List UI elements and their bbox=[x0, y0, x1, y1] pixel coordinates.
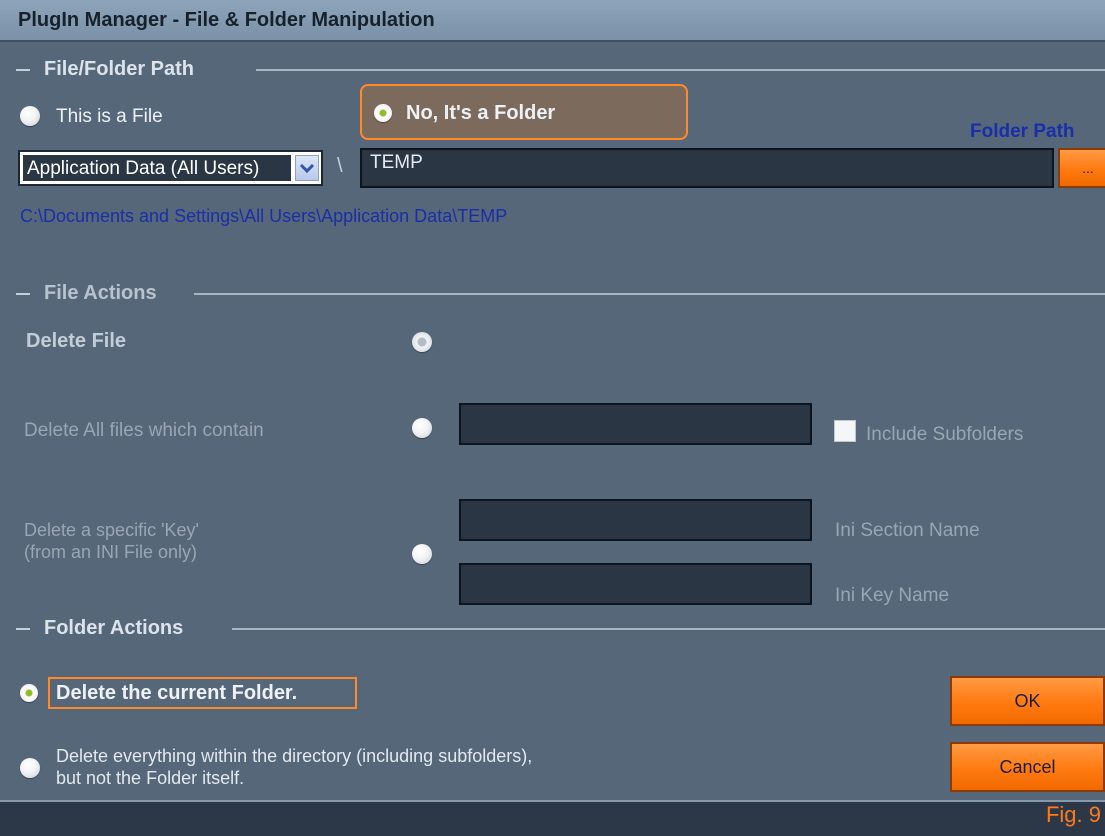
folder-radio-label[interactable]: No, It's a Folder bbox=[406, 102, 555, 125]
resolved-path: C:\Documents and Settings\All Users\Appl… bbox=[20, 206, 508, 226]
ok-button[interactable]: OK bbox=[950, 676, 1105, 726]
path-section-header: File/Folder Path bbox=[16, 58, 1105, 82]
path-input-value: TEMP bbox=[370, 152, 423, 173]
cancel-button-label: Cancel bbox=[999, 756, 1056, 777]
delete-file-radio[interactable] bbox=[412, 332, 432, 352]
delete-containing-radio[interactable] bbox=[412, 418, 432, 438]
delete-contents-label-line2[interactable]: but not the Folder itself. bbox=[56, 768, 244, 789]
delete-key-label-line2: (from an INI File only) bbox=[24, 542, 198, 562]
include-subfolders-label[interactable]: Include Subfolders bbox=[866, 424, 1023, 446]
figure-caption: Fig. 9 bbox=[1045, 802, 1101, 827]
include-subfolders-checkbox[interactable] bbox=[834, 420, 856, 442]
filename-contains-input[interactable] bbox=[459, 403, 812, 445]
section-divider bbox=[232, 628, 1105, 630]
file-actions-title: File Actions bbox=[44, 282, 157, 304]
delete-file-label: Delete File bbox=[26, 330, 127, 352]
location-dropdown[interactable]: Application Data (All Users) bbox=[18, 150, 323, 186]
path-separator: \ bbox=[337, 155, 343, 177]
ini-key-label: Ini Key Name bbox=[835, 585, 950, 606]
file-radio[interactable] bbox=[20, 106, 40, 126]
folder-actions-title: Folder Actions bbox=[44, 617, 184, 639]
ini-section-input[interactable] bbox=[459, 499, 812, 541]
folder-radio[interactable] bbox=[374, 104, 392, 122]
delete-contents-label-line1[interactable]: Delete everything within the directory (… bbox=[56, 746, 532, 767]
section-dash bbox=[16, 628, 30, 630]
path-section-title: File/Folder Path bbox=[44, 58, 195, 80]
ini-section-label: Ini Section Name bbox=[835, 520, 980, 541]
delete-folder-radio[interactable] bbox=[20, 684, 38, 702]
folder-path-label: Folder Path bbox=[970, 121, 1075, 142]
delete-containing-label: Delete All files which contain bbox=[24, 420, 264, 441]
dropdown-selection: Application Data (All Users) bbox=[23, 155, 291, 181]
chevron-down-icon[interactable] bbox=[295, 155, 319, 181]
file-radio-label[interactable]: This is a File bbox=[56, 106, 163, 128]
ok-button-label: OK bbox=[1014, 690, 1041, 711]
section-divider bbox=[194, 293, 1105, 295]
status-bar bbox=[0, 800, 1105, 836]
delete-key-radio[interactable] bbox=[412, 544, 432, 564]
browse-button-label: ... bbox=[1082, 160, 1094, 176]
delete-folder-label: Delete the current Folder. bbox=[56, 682, 298, 704]
cancel-button[interactable]: Cancel bbox=[950, 742, 1105, 792]
file-actions-header: File Actions bbox=[16, 282, 1105, 306]
title-bar: PlugIn Manager - File & Folder Manipulat… bbox=[0, 0, 1105, 42]
section-divider bbox=[256, 69, 1105, 71]
window-title: PlugIn Manager - File & Folder Manipulat… bbox=[18, 9, 435, 31]
delete-folder-highlight[interactable]: Delete the current Folder. bbox=[48, 677, 357, 709]
section-dash bbox=[16, 69, 30, 71]
folder-actions-header: Folder Actions bbox=[16, 617, 1105, 641]
browse-button[interactable]: ... bbox=[1058, 148, 1105, 188]
ini-key-input[interactable] bbox=[459, 563, 812, 605]
delete-contents-radio[interactable] bbox=[20, 758, 40, 778]
section-dash bbox=[16, 293, 30, 295]
folder-option-highlight[interactable]: No, It's a Folder bbox=[360, 84, 688, 140]
path-input[interactable]: TEMP bbox=[360, 148, 1054, 188]
dropdown-value: Application Data (All Users) bbox=[27, 158, 260, 179]
delete-key-label-line1: Delete a specific 'Key' bbox=[24, 520, 199, 540]
